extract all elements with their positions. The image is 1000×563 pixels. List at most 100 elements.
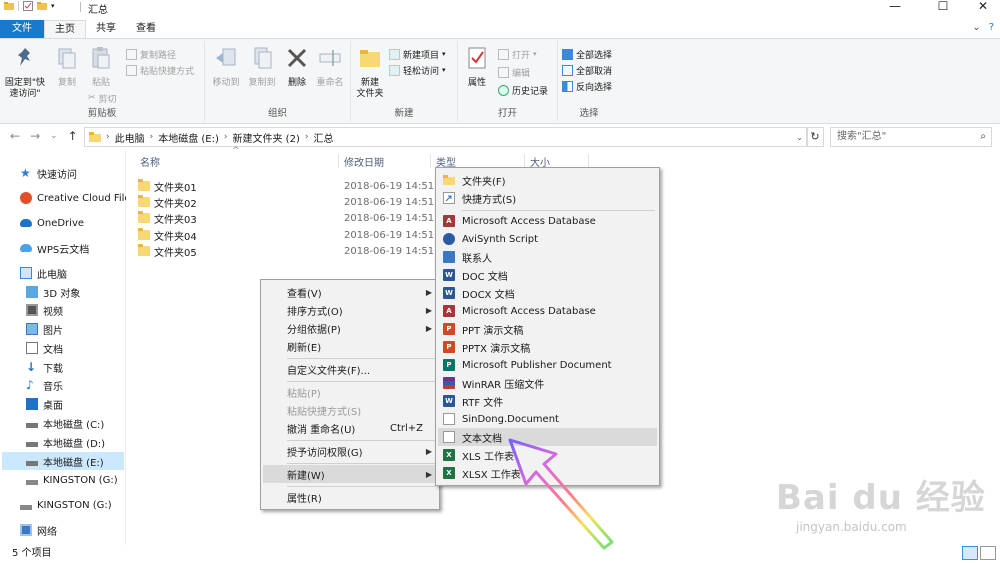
history-label: 历史记录 (512, 86, 549, 97)
close-button[interactable]: ✕ (968, 0, 998, 14)
table-row[interactable]: 文件夹03 2018-06-19 14:51 (138, 210, 438, 226)
tab-share[interactable]: 共享 (86, 20, 126, 38)
properties-check-icon[interactable] (23, 1, 33, 11)
sidebar-item-music[interactable]: ♪ 音乐 (26, 376, 63, 394)
breadcrumb-this-pc[interactable]: 此电脑 (115, 130, 145, 145)
computer-icon (20, 267, 32, 279)
table-row[interactable]: 文件夹02 2018-06-19 14:51 (138, 194, 438, 210)
menu-item-new[interactable]: 新建(W) ▶ (263, 465, 437, 483)
back-arrow-icon[interactable]: ← (10, 129, 20, 143)
forward-arrow-icon[interactable]: → (30, 129, 40, 143)
sidebar-item-desktop[interactable]: 桌面 (26, 395, 63, 413)
delete-label: 删除 (287, 78, 306, 88)
menu-item-properties[interactable]: 属性(R) (263, 488, 437, 506)
sidebar-item-pictures[interactable]: 图片 (26, 320, 63, 338)
table-row[interactable]: 文件夹04 2018-06-19 14:51 (138, 227, 438, 243)
tab-file[interactable]: 文件 (0, 20, 44, 38)
new-folder-icon[interactable] (37, 1, 47, 11)
tab-view[interactable]: 查看 (126, 20, 166, 38)
menu-item-new-shortcut[interactable]: 快捷方式(S) (438, 189, 657, 207)
pin-quick-access-button[interactable]: 固定到"快速访问" (4, 45, 46, 100)
open-icon (498, 48, 509, 60)
menu-item-new-folder[interactable]: 文件夹(F) (438, 171, 657, 189)
menu-item-sort[interactable]: 排序方式(O) ▶ (263, 301, 437, 319)
chevron-down-icon[interactable]: ▾ (51, 2, 55, 10)
menu-item-publisher[interactable]: P Microsoft Publisher Document (438, 356, 657, 374)
select-none-button[interactable]: 全部取消 (562, 63, 612, 77)
sidebar-item-creative-cloud[interactable]: Creative Cloud Files (20, 189, 126, 207)
new-folder-button[interactable]: 新建 文件夹 (355, 45, 385, 100)
menu-item-access-database-2[interactable]: A Microsoft Access Database (438, 302, 657, 320)
menu-item-paste[interactable]: 粘贴(P) (263, 383, 437, 401)
sidebar-item-quick-access[interactable]: ★ 快速访问 (20, 164, 77, 182)
menu-item-grant-access[interactable]: 授予访问权限(G) ▶ (263, 442, 437, 460)
sidebar-item-drive-d[interactable]: 本地磁盘 (D:) (26, 433, 105, 451)
maximize-button[interactable]: ☐ (928, 0, 958, 14)
invert-selection-button[interactable]: 反向选择 (562, 79, 612, 93)
menu-item-view[interactable]: 查看(V) ▶ (263, 283, 437, 301)
open-button[interactable]: 打开 ▾ (498, 47, 537, 61)
breadcrumb-drive-e[interactable]: 本地磁盘 (E:) (158, 130, 219, 145)
menu-item-docx[interactable]: W DOCX 文档 (438, 284, 657, 302)
copy-path-button[interactable]: 复制路径 (126, 47, 176, 61)
delete-button[interactable]: 删除 (283, 45, 311, 89)
chevron-down-icon[interactable]: ⌄ (972, 22, 980, 33)
copy-to-button[interactable]: 复制到 (245, 45, 279, 89)
table-row[interactable]: 文件夹05 2018-06-19 14:51 (138, 243, 438, 259)
menu-item-undo-rename[interactable]: 撤消 重命名(U) Ctrl+Z (263, 419, 437, 437)
menu-item-group-by[interactable]: 分组依据(P) ▶ (263, 319, 437, 337)
sidebar-item-this-pc[interactable]: 此电脑 (20, 264, 67, 282)
chevron-down-icon[interactable]: ⌄ (50, 131, 58, 143)
menu-item-refresh[interactable]: 刷新(E) (263, 337, 437, 355)
menu-item-access-database[interactable]: A Microsoft Access Database (438, 212, 657, 230)
breadcrumb-summary[interactable]: 汇总 (313, 130, 333, 145)
menu-item-winrar[interactable]: WinRAR 压缩文件 (438, 374, 657, 392)
edit-button[interactable]: 编辑 (498, 65, 530, 79)
move-to-button[interactable]: 移动到 (209, 45, 243, 89)
search-input[interactable]: 搜索"汇总" ⌕ (830, 127, 992, 147)
sidebar-item-kingston[interactable]: KINGSTON (G:) (26, 471, 118, 489)
paste-button[interactable]: 粘贴 (86, 45, 116, 89)
menu-item-avisynth[interactable]: AviSynth Script (438, 230, 657, 248)
sidebar-item-videos[interactable]: 视频 (26, 301, 63, 319)
sidebar-item-wps-cloud[interactable]: WPS云文档 (20, 239, 89, 257)
menu-item-sindong[interactable]: SinDong.Document (438, 410, 657, 428)
help-icon[interactable]: ? (989, 22, 994, 33)
breadcrumb-new-folder-2[interactable]: 新建文件夹 (2) (233, 130, 300, 145)
item-count: 5 个项目 (12, 548, 52, 559)
rename-button[interactable]: 重命名 (313, 45, 347, 89)
sidebar-item-kingston-root[interactable]: KINGSTON (G:) (20, 496, 112, 514)
select-none-icon (562, 64, 573, 76)
minimize-button[interactable]: — (880, 0, 910, 14)
up-arrow-icon[interactable]: ↑ (68, 129, 78, 143)
sidebar-item-downloads[interactable]: ↓ 下载 (26, 358, 63, 376)
sidebar-item-network[interactable]: 网络 (20, 521, 57, 539)
table-row[interactable]: 文件夹01 2018-06-19 14:51 (138, 178, 438, 194)
sidebar-item-onedrive[interactable]: OneDrive (20, 214, 84, 232)
column-header-name[interactable]: 名称 (140, 154, 160, 169)
sidebar-item-drive-c[interactable]: 本地磁盘 (C:) (26, 414, 104, 432)
menu-item-contact[interactable]: 联系人 (438, 248, 657, 266)
menu-item-paste-shortcut[interactable]: 粘贴快捷方式(S) (263, 401, 437, 419)
new-item-button[interactable]: 新建项目 ▾ (389, 47, 446, 61)
menu-item-customize-folder[interactable]: 自定义文件夹(F)... (263, 360, 437, 378)
address-bar[interactable]: › 此电脑 › 本地磁盘 (E:) › 新建文件夹 (2) › 汇总 ⌄ (84, 127, 808, 147)
chevron-down-icon[interactable]: ⌄ (796, 133, 803, 142)
paste-shortcut-button[interactable]: 粘贴快捷方式 (126, 63, 194, 77)
history-button[interactable]: 历史记录 (498, 83, 548, 97)
menu-item-ppt[interactable]: P PPT 演示文稿 (438, 320, 657, 338)
menu-item-rtf[interactable]: W RTF 文件 (438, 392, 657, 410)
column-header-date[interactable]: 修改日期 (344, 154, 384, 169)
menu-item-pptx[interactable]: P PPTX 演示文稿 (438, 338, 657, 356)
properties-button[interactable]: 属性 (462, 45, 492, 89)
select-all-button[interactable]: 全部选择 (562, 47, 612, 61)
tab-home[interactable]: 主页 (44, 20, 86, 38)
cut-button[interactable]: ✂ 剪切 (88, 91, 117, 105)
copy-button[interactable]: 复制 (52, 45, 82, 89)
sidebar-item-3d-objects[interactable]: 3D 对象 (26, 283, 80, 301)
easy-access-button[interactable]: 轻松访问 ▾ (389, 63, 446, 77)
refresh-button[interactable]: ↻ (806, 127, 824, 147)
menu-item-doc[interactable]: W DOC 文档 (438, 266, 657, 284)
sidebar-item-documents[interactable]: 文档 (26, 339, 63, 357)
sidebar-item-drive-e[interactable]: 本地磁盘 (E:) (2, 452, 124, 470)
